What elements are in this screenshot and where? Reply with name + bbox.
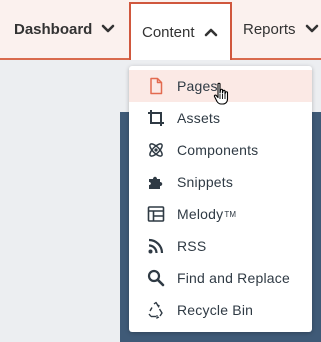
menu-item-label: Pages xyxy=(177,78,218,94)
chevron-down-icon xyxy=(305,24,319,34)
content-dropdown-menu: Pages Assets Components Snippets Melody … xyxy=(129,66,312,332)
nav-dashboard-label: Dashboard xyxy=(14,20,93,38)
page: Dashboard Content Reports Pages Assets C… xyxy=(0,0,321,342)
menu-item-rss[interactable]: RSS xyxy=(129,230,312,262)
search-icon xyxy=(147,269,165,287)
top-navbar: Dashboard Content Reports xyxy=(0,0,321,60)
menu-item-label: Components xyxy=(177,142,259,158)
menu-item-label: Recycle Bin xyxy=(177,302,254,318)
nav-reports-label: Reports xyxy=(243,20,296,38)
menu-item-label: Find and Replace xyxy=(177,270,290,286)
nav-reports[interactable]: Reports xyxy=(243,0,321,58)
file-icon xyxy=(147,77,165,95)
menu-item-snippets[interactable]: Snippets xyxy=(129,166,312,198)
atom-icon xyxy=(147,141,165,159)
puzzle-icon xyxy=(147,173,165,191)
hand-cursor-icon xyxy=(213,82,231,106)
rss-icon xyxy=(147,237,165,255)
menu-item-pages[interactable]: Pages xyxy=(129,70,312,105)
trademark-superscript: TM xyxy=(224,209,237,219)
menu-item-components[interactable]: Components xyxy=(129,134,312,166)
menu-item-label: RSS xyxy=(177,238,207,254)
menu-item-label: Melody xyxy=(177,206,224,222)
menu-item-assets[interactable]: Assets xyxy=(129,102,312,134)
chevron-up-icon xyxy=(204,27,218,37)
menu-item-recycle-bin[interactable]: Recycle Bin xyxy=(129,294,312,326)
menu-item-label: Assets xyxy=(177,110,221,126)
recycle-icon xyxy=(147,301,165,319)
chevron-down-icon xyxy=(101,24,115,34)
layout-icon xyxy=(147,205,165,223)
crop-icon xyxy=(147,109,165,127)
nav-dashboard[interactable]: Dashboard xyxy=(14,0,126,58)
menu-item-melody[interactable]: Melody TM xyxy=(129,198,312,230)
nav-content[interactable]: Content xyxy=(129,2,232,60)
menu-item-find-and-replace[interactable]: Find and Replace xyxy=(129,262,312,294)
nav-content-label: Content xyxy=(142,23,195,41)
menu-item-label: Snippets xyxy=(177,174,234,190)
